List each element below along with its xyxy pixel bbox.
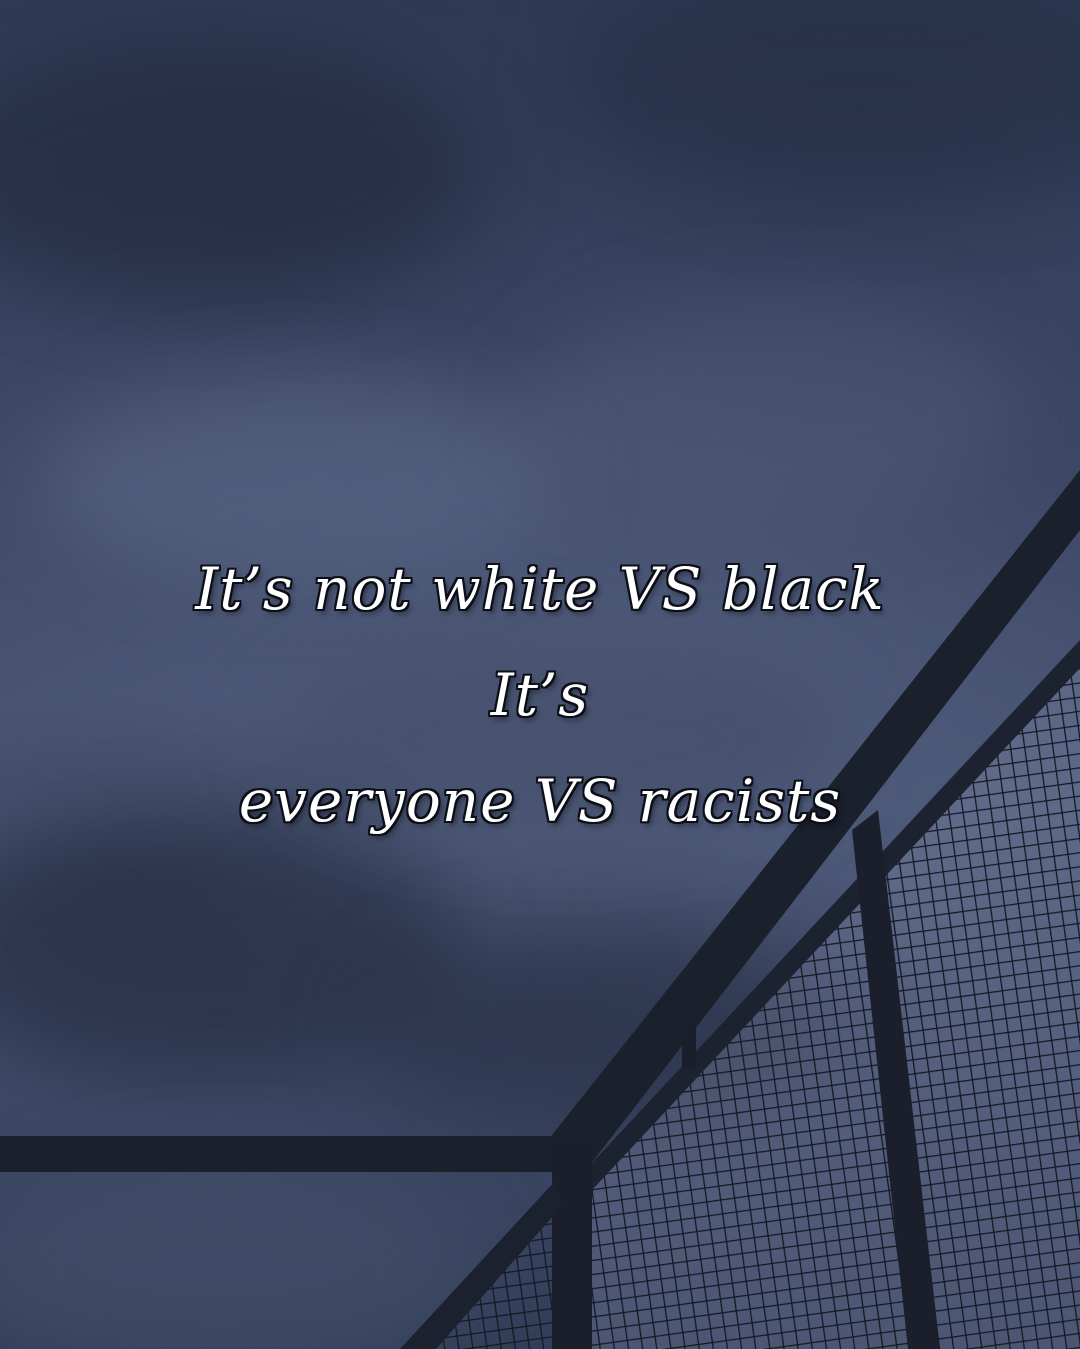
corner-post [552,1142,592,1349]
background-photo: It’s not white VS black It’s everyone VS… [0,0,1080,1349]
quote-text: It’s not white VS black It’s everyone VS… [0,536,1080,854]
fence-post [682,1022,696,1068]
horizontal-rail [0,1136,580,1172]
quote-line-1: It’s not white VS black [195,555,885,623]
quote-line-3: everyone VS racists [238,767,842,835]
quote-line-2: It’s [490,661,590,729]
